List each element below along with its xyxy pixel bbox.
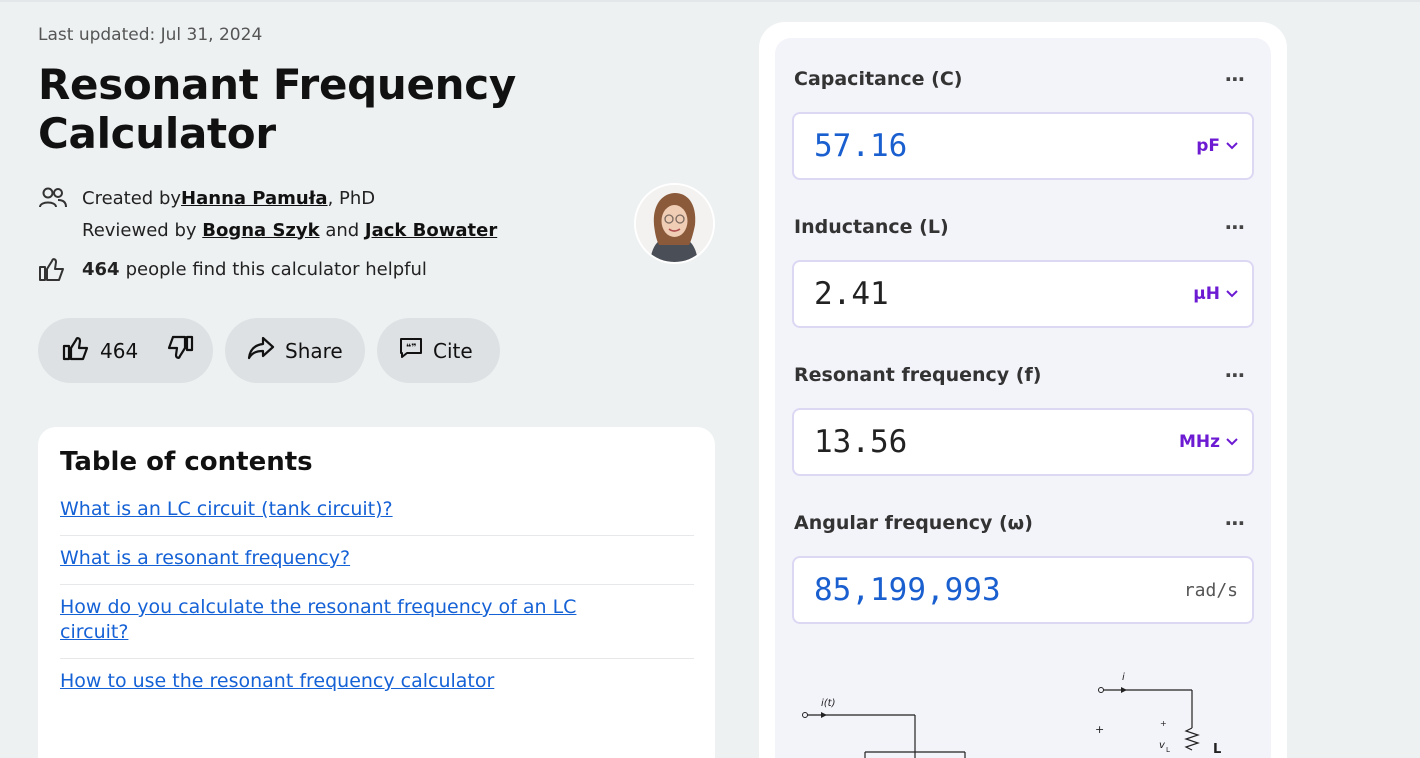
lc-circuit-diagram: i(t) i + + v L L	[802, 672, 1221, 758]
action-buttons: 464 Share ❝❞ Cite	[38, 318, 500, 383]
helpful-text: people find this calculator helpful	[125, 258, 427, 280]
page-title: Resonant Frequency Calculator	[38, 60, 516, 158]
chevron-down-icon	[1226, 142, 1238, 150]
toc-item: What is a resonant frequency?	[60, 536, 694, 585]
reviewed-by-row: Reviewed by Bogna Szyk and Jack Bowater	[38, 218, 497, 242]
plus-sign: +	[1095, 723, 1104, 736]
inductor-label: L	[1213, 742, 1221, 757]
more-options-icon[interactable]: ⋯	[1225, 69, 1254, 89]
toc-link[interactable]: How to use the resonant frequency calcul…	[60, 669, 620, 694]
capacitance-value[interactable]: 57.16	[814, 128, 907, 164]
reviewer-link-2[interactable]: Jack Bowater	[365, 220, 497, 241]
inductance-value[interactable]: 2.41	[814, 276, 889, 312]
top-border	[0, 0, 1420, 2]
author-avatar	[634, 183, 715, 264]
cite-label: Cite	[433, 338, 473, 363]
share-icon	[247, 336, 275, 365]
current-label-it: i(t)	[821, 698, 836, 709]
helpful-count: 464	[82, 258, 120, 280]
svg-text:❝❞: ❝❞	[406, 343, 417, 353]
toc-link[interactable]: How do you calculate the resonant freque…	[60, 595, 620, 645]
table-of-contents: Table of contents What is an LC circuit …	[38, 427, 715, 758]
more-options-icon[interactable]: ⋯	[1225, 513, 1254, 533]
voltage-subscript: L	[1166, 746, 1170, 754]
resonant-frequency-unit-select[interactable]: MHz	[1179, 432, 1238, 452]
resonant-frequency-field: Resonant frequency (f) ⋯ 13.56 MHz	[792, 362, 1254, 476]
capacitance-unit-select[interactable]: pF	[1196, 136, 1238, 156]
last-updated: Last updated: Jul 31, 2024	[38, 25, 263, 45]
upvote-count[interactable]: 464	[100, 339, 138, 363]
resonant-frequency-unit: MHz	[1178, 432, 1220, 452]
authors-block: Created by Hanna Pamuła , PhD Reviewed b…	[38, 186, 497, 250]
cite-button[interactable]: ❝❞ Cite	[377, 318, 500, 383]
helpful-row: 464 people find this calculator helpful	[38, 256, 427, 282]
share-label: Share	[285, 338, 343, 363]
more-options-icon[interactable]: ⋯	[1225, 365, 1254, 385]
toc-link[interactable]: What is an LC circuit (tank circuit)?	[60, 497, 620, 522]
upvote-icon[interactable]	[62, 335, 90, 366]
vote-button-group: 464	[38, 318, 213, 383]
angular-frequency-field: Angular frequency (ω) ⋯ 85,199,993 rad/s	[792, 510, 1254, 624]
toc-heading: Table of contents	[60, 447, 313, 477]
angular-frequency-input[interactable]: 85,199,993 rad/s	[792, 556, 1254, 624]
toc-item: How do you calculate the resonant freque…	[60, 585, 694, 659]
creator-suffix: , PhD	[327, 187, 376, 209]
voltage-label: v	[1159, 740, 1166, 751]
angular-frequency-unit: rad/s	[1183, 579, 1238, 601]
inductance-field: Inductance (L) ⋯ 2.41 µH	[792, 214, 1254, 328]
inductance-unit: µH	[1193, 284, 1220, 304]
created-prefix: Created by	[82, 187, 182, 209]
toc-item: How to use the resonant frequency calcul…	[60, 659, 694, 707]
plus-sign-small: +	[1160, 719, 1167, 728]
cite-icon: ❝❞	[399, 337, 423, 364]
chevron-down-icon	[1226, 438, 1238, 446]
people-icon	[38, 187, 82, 209]
chevron-down-icon	[1226, 290, 1238, 298]
current-label-i: i	[1122, 672, 1125, 683]
capacitance-input[interactable]: 57.16 pF	[792, 112, 1254, 180]
inductance-input[interactable]: 2.41 µH	[792, 260, 1254, 328]
inductance-unit-select[interactable]: µH	[1193, 284, 1238, 304]
resonant-frequency-label: Resonant frequency (f)	[794, 364, 1042, 386]
toc-item: What is an LC circuit (tank circuit)?	[60, 497, 694, 536]
and-text: and	[319, 219, 365, 241]
downvote-icon[interactable]	[166, 335, 194, 366]
resonant-frequency-value[interactable]: 13.56	[814, 424, 907, 460]
angular-frequency-label: Angular frequency (ω)	[794, 512, 1033, 534]
thumbs-up-icon	[38, 256, 82, 282]
angular-frequency-value[interactable]: 85,199,993	[814, 572, 1001, 608]
reviewer-link-1[interactable]: Bogna Szyk	[202, 220, 319, 241]
capacitance-unit: pF	[1196, 136, 1220, 156]
inductance-label: Inductance (L)	[794, 216, 949, 238]
creator-link[interactable]: Hanna Pamuła	[181, 188, 328, 209]
capacitance-label: Capacitance (C)	[794, 68, 963, 90]
share-button[interactable]: Share	[225, 318, 365, 383]
resonant-frequency-input[interactable]: 13.56 MHz	[792, 408, 1254, 476]
created-by-row: Created by Hanna Pamuła , PhD	[38, 186, 497, 210]
toc-link[interactable]: What is a resonant frequency?	[60, 546, 620, 571]
capacitance-field: Capacitance (C) ⋯ 57.16 pF	[792, 66, 1254, 180]
more-options-icon[interactable]: ⋯	[1225, 217, 1254, 237]
reviewed-prefix: Reviewed by	[82, 219, 203, 241]
